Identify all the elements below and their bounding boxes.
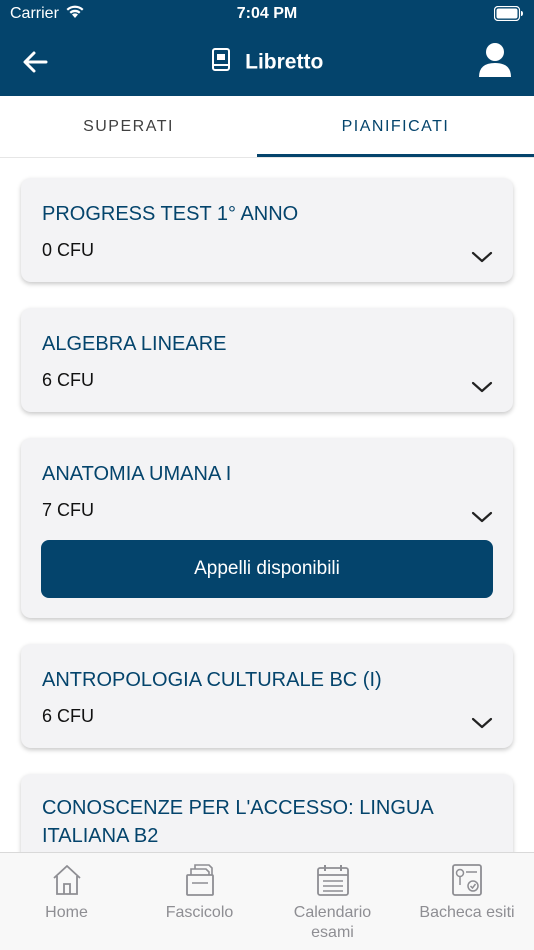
exam-cfu: 0 CFU — [42, 240, 95, 260]
exam-card[interactable]: PROGRESS TEST 1° ANNO 0 CFU — [21, 178, 513, 282]
exam-title: ALGEBRA LINEARE — [42, 333, 227, 355]
exam-title: PROGRESS TEST 1° ANNO — [42, 203, 299, 225]
home-icon — [52, 865, 81, 895]
page-title: Libretto — [0, 48, 534, 77]
results-board-icon — [452, 864, 482, 896]
exam-title: ANATOMIA UMANA I — [42, 463, 232, 485]
exam-list[interactable]: PROGRESS TEST 1° ANNO 0 CFU ALGEBRA LINE… — [0, 158, 534, 852]
nav-bacheca-esiti[interactable]: Bacheca esiti — [400, 853, 534, 950]
exam-card[interactable]: ALGEBRA LINEARE 6 CFU — [21, 308, 513, 412]
tab-superati[interactable]: SUPERATI — [0, 96, 257, 158]
nav-calendario-esami[interactable]: Calendario esami — [266, 853, 399, 950]
status-bar: Carrier 7:04 PM — [0, 0, 534, 28]
nav-home[interactable]: Home — [0, 853, 133, 950]
exam-cfu: 7 CFU — [42, 500, 95, 520]
exam-cfu: 6 CFU — [42, 706, 95, 726]
page-title-text: Libretto — [245, 50, 324, 74]
nav-fascicolo[interactable]: Fascicolo — [133, 853, 266, 950]
calendar-icon — [316, 865, 349, 896]
exam-title: ANTROPOLOGIA CULTURALE BC (I) — [42, 669, 382, 691]
chevron-down-icon[interactable] — [471, 510, 493, 524]
nav-label-line: Calendario — [293, 904, 372, 921]
exam-card[interactable]: ANTROPOLOGIA CULTURALE BC (I) 6 CFU — [21, 644, 513, 748]
tab-pianificati[interactable]: PIANIFICATI — [257, 96, 534, 158]
folder-icon — [185, 864, 214, 896]
segment-tabs: SUPERATI PIANIFICATI — [0, 96, 534, 158]
exam-card[interactable]: CONOSCENZE PER L'ACCESSO: LINGUA ITALIAN… — [21, 774, 513, 852]
exam-cfu: 6 CFU — [42, 370, 95, 390]
user-profile-button[interactable] — [478, 42, 512, 78]
clock-time: 7:04 PM — [236, 5, 298, 22]
battery-icon — [493, 5, 524, 26]
nav-calendario-label: Calendario esami — [266, 903, 399, 943]
user-icon — [479, 43, 511, 77]
exam-title: CONOSCENZE PER L'ACCESSO: LINGUA ITALIAN… — [42, 794, 493, 850]
chevron-down-icon[interactable] — [471, 250, 493, 264]
exam-title-line: CONOSCENZE PER L'ACCESSO: LINGUA — [42, 797, 434, 819]
booklet-icon — [211, 48, 231, 77]
nav-home-label: Home — [45, 904, 88, 921]
nav-label-line: esami — [311, 924, 354, 941]
chevron-down-icon[interactable] — [471, 716, 493, 730]
available-sessions-button[interactable]: Appelli disponibili — [41, 540, 493, 598]
bottom-navigation: Home Fascicolo Calendario esami Bacheca … — [0, 852, 534, 950]
exam-title-line: ITALIANA B2 — [42, 825, 159, 847]
app-header: Libretto — [0, 28, 534, 96]
active-tab-indicator — [257, 154, 534, 157]
chevron-down-icon[interactable] — [471, 380, 493, 394]
exam-card[interactable]: ANATOMIA UMANA I 7 CFU Appelli disponibi… — [21, 438, 513, 618]
nav-fascicolo-label: Fascicolo — [165, 904, 234, 921]
nav-bacheca-label: Bacheca esiti — [419, 904, 515, 921]
